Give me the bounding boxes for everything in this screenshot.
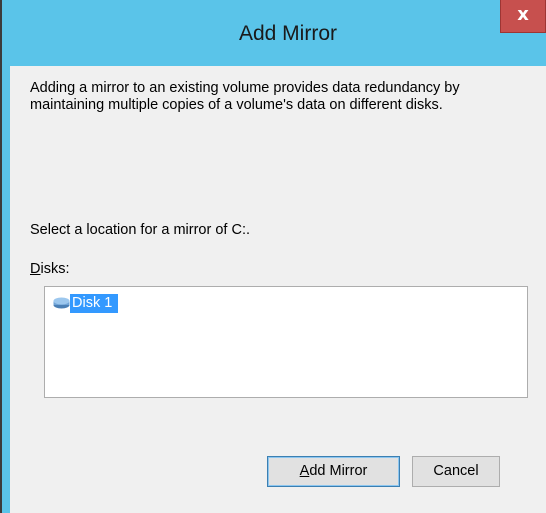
- add-mirror-label-rest: dd Mirror: [309, 463, 368, 479]
- disk-icon: [53, 297, 70, 309]
- title-bar[interactable]: Add Mirror x: [0, 0, 546, 66]
- add-mirror-access-key: A: [299, 463, 310, 479]
- add-mirror-button[interactable]: Add Mirror: [267, 456, 400, 487]
- disk-label: Disk 1: [70, 293, 119, 313]
- disks-label: Disks:: [30, 261, 69, 277]
- disks-listbox[interactable]: Disk 1: [44, 286, 528, 398]
- window-frame: [0, 0, 10, 513]
- close-button[interactable]: x: [500, 0, 546, 33]
- cancel-button[interactable]: Cancel: [412, 456, 500, 487]
- disks-label-access-key: D: [30, 261, 41, 277]
- disks-label-rest: isks:: [40, 261, 70, 277]
- dialog-body: Adding a mirror to an existing volume pr…: [10, 66, 546, 513]
- close-icon: x: [517, 4, 529, 25]
- description-text: Adding a mirror to an existing volume pr…: [30, 80, 460, 113]
- add-mirror-dialog: Add Mirror x Adding a mirror to an exist…: [0, 0, 546, 513]
- dialog-title: Add Mirror: [238, 22, 338, 45]
- select-location-prompt: Select a location for a mirror of C:.: [30, 222, 250, 238]
- list-item-disk-1[interactable]: Disk 1: [53, 293, 119, 313]
